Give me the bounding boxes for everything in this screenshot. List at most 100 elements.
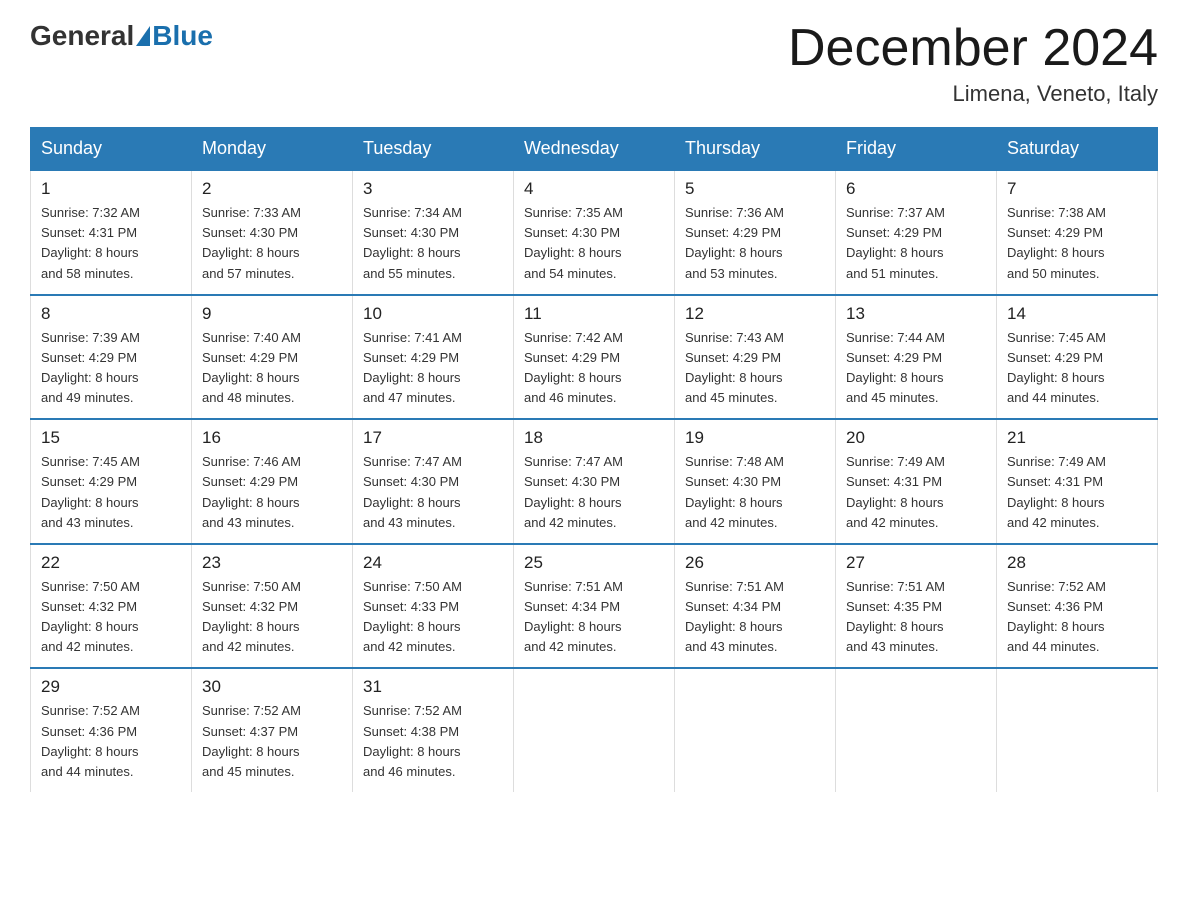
day-number: 17 [363, 428, 503, 448]
day-info: Sunrise: 7:42 AMSunset: 4:29 PMDaylight:… [524, 330, 623, 405]
day-info: Sunrise: 7:34 AMSunset: 4:30 PMDaylight:… [363, 205, 462, 280]
calendar-cell: 3 Sunrise: 7:34 AMSunset: 4:30 PMDayligh… [353, 170, 514, 295]
day-info: Sunrise: 7:52 AMSunset: 4:36 PMDaylight:… [1007, 579, 1106, 654]
col-saturday: Saturday [997, 128, 1158, 171]
day-number: 9 [202, 304, 342, 324]
calendar-cell [997, 668, 1158, 792]
day-number: 2 [202, 179, 342, 199]
calendar-cell [675, 668, 836, 792]
calendar-cell: 15 Sunrise: 7:45 AMSunset: 4:29 PMDaylig… [31, 419, 192, 544]
day-number: 14 [1007, 304, 1147, 324]
logo: General Blue [30, 20, 213, 52]
day-number: 23 [202, 553, 342, 573]
calendar-cell: 11 Sunrise: 7:42 AMSunset: 4:29 PMDaylig… [514, 295, 675, 420]
day-number: 3 [363, 179, 503, 199]
day-number: 24 [363, 553, 503, 573]
week-row-3: 15 Sunrise: 7:45 AMSunset: 4:29 PMDaylig… [31, 419, 1158, 544]
calendar-cell: 24 Sunrise: 7:50 AMSunset: 4:33 PMDaylig… [353, 544, 514, 669]
calendar-cell: 8 Sunrise: 7:39 AMSunset: 4:29 PMDayligh… [31, 295, 192, 420]
week-row-2: 8 Sunrise: 7:39 AMSunset: 4:29 PMDayligh… [31, 295, 1158, 420]
calendar-cell: 14 Sunrise: 7:45 AMSunset: 4:29 PMDaylig… [997, 295, 1158, 420]
calendar-cell: 17 Sunrise: 7:47 AMSunset: 4:30 PMDaylig… [353, 419, 514, 544]
calendar-cell: 31 Sunrise: 7:52 AMSunset: 4:38 PMDaylig… [353, 668, 514, 792]
day-number: 8 [41, 304, 181, 324]
day-info: Sunrise: 7:49 AMSunset: 4:31 PMDaylight:… [846, 454, 945, 529]
calendar-cell: 16 Sunrise: 7:46 AMSunset: 4:29 PMDaylig… [192, 419, 353, 544]
day-info: Sunrise: 7:41 AMSunset: 4:29 PMDaylight:… [363, 330, 462, 405]
day-number: 7 [1007, 179, 1147, 199]
week-row-4: 22 Sunrise: 7:50 AMSunset: 4:32 PMDaylig… [31, 544, 1158, 669]
calendar-cell: 7 Sunrise: 7:38 AMSunset: 4:29 PMDayligh… [997, 170, 1158, 295]
calendar-cell: 20 Sunrise: 7:49 AMSunset: 4:31 PMDaylig… [836, 419, 997, 544]
day-info: Sunrise: 7:50 AMSunset: 4:32 PMDaylight:… [41, 579, 140, 654]
calendar-cell: 1 Sunrise: 7:32 AMSunset: 4:31 PMDayligh… [31, 170, 192, 295]
calendar-title: December 2024 [788, 20, 1158, 77]
day-info: Sunrise: 7:37 AMSunset: 4:29 PMDaylight:… [846, 205, 945, 280]
day-info: Sunrise: 7:52 AMSunset: 4:37 PMDaylight:… [202, 703, 301, 778]
calendar-cell: 9 Sunrise: 7:40 AMSunset: 4:29 PMDayligh… [192, 295, 353, 420]
page-header: General Blue December 2024 Limena, Venet… [30, 20, 1158, 107]
day-info: Sunrise: 7:52 AMSunset: 4:36 PMDaylight:… [41, 703, 140, 778]
calendar-cell: 5 Sunrise: 7:36 AMSunset: 4:29 PMDayligh… [675, 170, 836, 295]
day-info: Sunrise: 7:35 AMSunset: 4:30 PMDaylight:… [524, 205, 623, 280]
calendar-cell: 12 Sunrise: 7:43 AMSunset: 4:29 PMDaylig… [675, 295, 836, 420]
calendar-cell: 18 Sunrise: 7:47 AMSunset: 4:30 PMDaylig… [514, 419, 675, 544]
calendar-cell: 21 Sunrise: 7:49 AMSunset: 4:31 PMDaylig… [997, 419, 1158, 544]
day-number: 25 [524, 553, 664, 573]
day-info: Sunrise: 7:43 AMSunset: 4:29 PMDaylight:… [685, 330, 784, 405]
day-info: Sunrise: 7:45 AMSunset: 4:29 PMDaylight:… [41, 454, 140, 529]
logo-general-text: General [30, 20, 134, 52]
calendar-cell: 30 Sunrise: 7:52 AMSunset: 4:37 PMDaylig… [192, 668, 353, 792]
day-info: Sunrise: 7:50 AMSunset: 4:32 PMDaylight:… [202, 579, 301, 654]
day-info: Sunrise: 7:33 AMSunset: 4:30 PMDaylight:… [202, 205, 301, 280]
day-number: 4 [524, 179, 664, 199]
col-wednesday: Wednesday [514, 128, 675, 171]
calendar-table: Sunday Monday Tuesday Wednesday Thursday… [30, 127, 1158, 792]
calendar-cell: 6 Sunrise: 7:37 AMSunset: 4:29 PMDayligh… [836, 170, 997, 295]
day-info: Sunrise: 7:52 AMSunset: 4:38 PMDaylight:… [363, 703, 462, 778]
calendar-cell: 25 Sunrise: 7:51 AMSunset: 4:34 PMDaylig… [514, 544, 675, 669]
day-info: Sunrise: 7:32 AMSunset: 4:31 PMDaylight:… [41, 205, 140, 280]
day-info: Sunrise: 7:51 AMSunset: 4:34 PMDaylight:… [685, 579, 784, 654]
logo-triangle-icon [136, 26, 150, 46]
calendar-cell: 28 Sunrise: 7:52 AMSunset: 4:36 PMDaylig… [997, 544, 1158, 669]
day-info: Sunrise: 7:49 AMSunset: 4:31 PMDaylight:… [1007, 454, 1106, 529]
day-number: 15 [41, 428, 181, 448]
title-area: December 2024 Limena, Veneto, Italy [788, 20, 1158, 107]
day-number: 16 [202, 428, 342, 448]
col-friday: Friday [836, 128, 997, 171]
day-number: 31 [363, 677, 503, 697]
calendar-cell: 23 Sunrise: 7:50 AMSunset: 4:32 PMDaylig… [192, 544, 353, 669]
calendar-cell: 27 Sunrise: 7:51 AMSunset: 4:35 PMDaylig… [836, 544, 997, 669]
calendar-cell [836, 668, 997, 792]
day-number: 18 [524, 428, 664, 448]
day-number: 5 [685, 179, 825, 199]
calendar-subtitle: Limena, Veneto, Italy [788, 81, 1158, 107]
day-info: Sunrise: 7:46 AMSunset: 4:29 PMDaylight:… [202, 454, 301, 529]
day-number: 21 [1007, 428, 1147, 448]
col-monday: Monday [192, 128, 353, 171]
day-info: Sunrise: 7:47 AMSunset: 4:30 PMDaylight:… [363, 454, 462, 529]
calendar-cell: 22 Sunrise: 7:50 AMSunset: 4:32 PMDaylig… [31, 544, 192, 669]
day-info: Sunrise: 7:47 AMSunset: 4:30 PMDaylight:… [524, 454, 623, 529]
day-info: Sunrise: 7:39 AMSunset: 4:29 PMDaylight:… [41, 330, 140, 405]
day-info: Sunrise: 7:51 AMSunset: 4:34 PMDaylight:… [524, 579, 623, 654]
calendar-header-row: Sunday Monday Tuesday Wednesday Thursday… [31, 128, 1158, 171]
day-info: Sunrise: 7:38 AMSunset: 4:29 PMDaylight:… [1007, 205, 1106, 280]
calendar-cell [514, 668, 675, 792]
day-info: Sunrise: 7:51 AMSunset: 4:35 PMDaylight:… [846, 579, 945, 654]
day-number: 19 [685, 428, 825, 448]
day-number: 1 [41, 179, 181, 199]
col-sunday: Sunday [31, 128, 192, 171]
day-number: 27 [846, 553, 986, 573]
calendar-cell: 10 Sunrise: 7:41 AMSunset: 4:29 PMDaylig… [353, 295, 514, 420]
day-info: Sunrise: 7:40 AMSunset: 4:29 PMDaylight:… [202, 330, 301, 405]
day-info: Sunrise: 7:36 AMSunset: 4:29 PMDaylight:… [685, 205, 784, 280]
day-number: 6 [846, 179, 986, 199]
col-thursday: Thursday [675, 128, 836, 171]
day-info: Sunrise: 7:50 AMSunset: 4:33 PMDaylight:… [363, 579, 462, 654]
week-row-5: 29 Sunrise: 7:52 AMSunset: 4:36 PMDaylig… [31, 668, 1158, 792]
day-number: 29 [41, 677, 181, 697]
day-number: 10 [363, 304, 503, 324]
calendar-cell: 19 Sunrise: 7:48 AMSunset: 4:30 PMDaylig… [675, 419, 836, 544]
